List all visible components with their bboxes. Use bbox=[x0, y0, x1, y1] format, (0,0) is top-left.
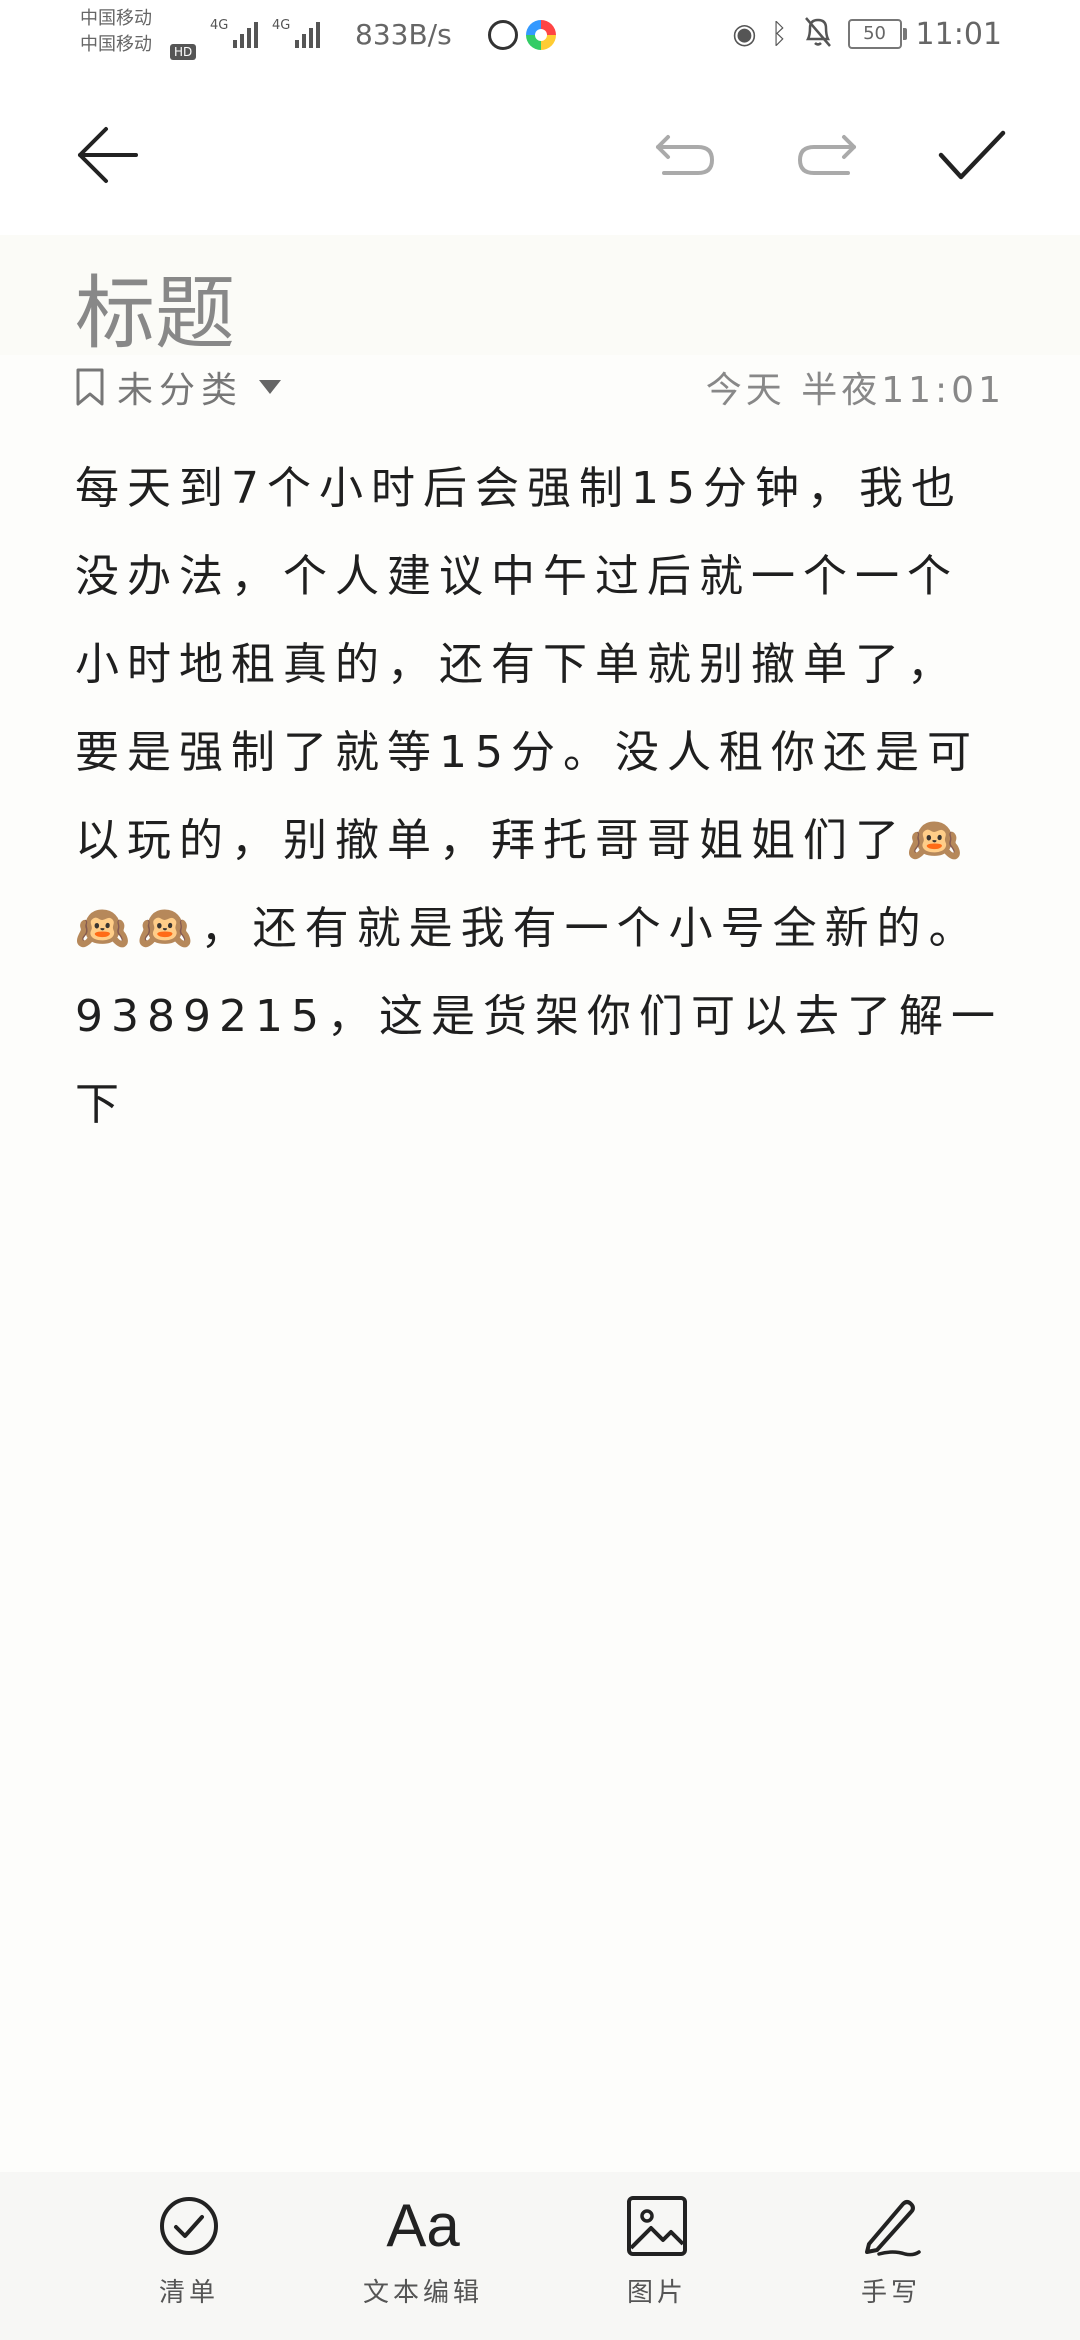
hd-badge: HD bbox=[170, 44, 197, 60]
bookmark-icon bbox=[76, 368, 104, 406]
bell-mute-icon bbox=[802, 15, 834, 53]
signal-strength-2: 4G bbox=[272, 18, 321, 48]
network-type-1: 4G bbox=[210, 18, 229, 33]
status-indicators: ◉ ᛒ 50 11:01 bbox=[732, 14, 1002, 54]
bottom-toolbar: 清单 Aa 文本编辑 图片 手写 bbox=[0, 2172, 1080, 2340]
arrow-left-icon bbox=[78, 127, 138, 183]
bluetooth-icon: ᛒ bbox=[770, 17, 788, 50]
carrier-names: 中国移动 中国移动 bbox=[80, 6, 152, 58]
battery-icon: 50 bbox=[847, 19, 907, 49]
note-toolbar bbox=[0, 75, 1080, 235]
text-format-icon: Aa bbox=[386, 2194, 459, 2258]
signal-strength-1: 4G bbox=[210, 18, 259, 48]
category-label: 未分类 bbox=[117, 370, 244, 411]
note-meta: 未分类 今天 半夜11:01 bbox=[0, 355, 1080, 415]
status-bar: 中国移动 中国移动 HD 4G 4G 833B/s ◉ ᛒ 50 11:01 bbox=[0, 0, 1080, 75]
redo-icon bbox=[797, 135, 856, 175]
done-button[interactable] bbox=[922, 105, 1022, 205]
title-placeholder: 标题 bbox=[75, 267, 235, 360]
back-button[interactable] bbox=[58, 105, 158, 205]
checkmark-icon bbox=[938, 130, 1006, 180]
note-date: 今天 半夜11:01 bbox=[705, 370, 1005, 411]
title-field[interactable]: 标题 bbox=[0, 235, 1080, 360]
carrier-2: 中国移动 bbox=[80, 34, 152, 55]
undo-button[interactable] bbox=[634, 105, 734, 205]
carrier-1: 中国移动 bbox=[80, 8, 152, 29]
handwrite-label: 手写 bbox=[860, 2278, 921, 2308]
chevron-down-icon bbox=[259, 380, 282, 394]
redo-button[interactable] bbox=[778, 105, 878, 205]
note-body[interactable]: 每天到7个小时后会强制15分钟，我也没办法，个人建议中午过后就一个一个小时地租真… bbox=[75, 445, 1005, 1149]
eye-icon: ◉ bbox=[732, 17, 757, 50]
text-edit-button[interactable]: Aa 文本编辑 bbox=[338, 2194, 508, 2309]
checklist-label: 清单 bbox=[158, 2278, 219, 2308]
network-speed: 833B/s bbox=[355, 18, 452, 51]
text-edit-label: 文本编辑 bbox=[362, 2278, 483, 2308]
image-button[interactable]: 图片 bbox=[572, 2194, 742, 2309]
image-label: 图片 bbox=[626, 2278, 687, 2308]
check-circle-icon bbox=[157, 2194, 221, 2258]
undo-icon bbox=[656, 135, 715, 175]
notification-app-icon bbox=[488, 20, 518, 50]
network-type-2: 4G bbox=[272, 18, 291, 33]
checklist-button[interactable]: 清单 bbox=[104, 2194, 274, 2309]
handwrite-button[interactable]: 手写 bbox=[806, 2194, 976, 2309]
category-selector[interactable]: 未分类 bbox=[75, 361, 282, 413]
notification-app-icon-2 bbox=[526, 20, 556, 50]
pen-icon bbox=[859, 2194, 923, 2258]
text-format-glyph: Aa bbox=[386, 2192, 460, 2259]
image-icon bbox=[625, 2194, 689, 2258]
status-time: 11:01 bbox=[915, 16, 1002, 52]
